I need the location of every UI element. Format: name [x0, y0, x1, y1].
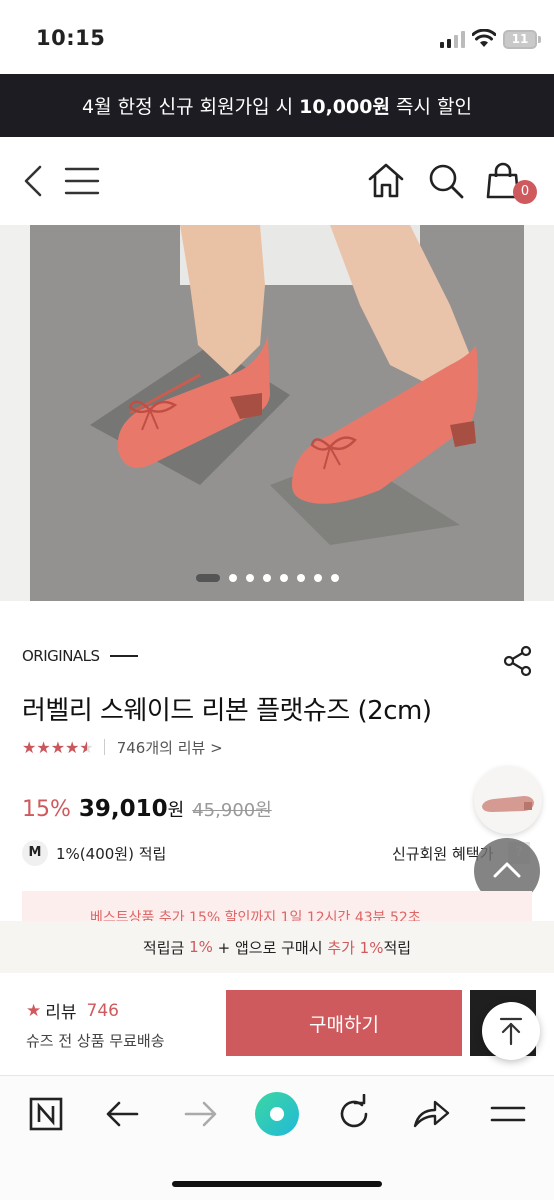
star-glyph: ★: [65, 737, 80, 757]
product-image[interactable]: [30, 225, 524, 601]
star-glyph: ★: [50, 737, 66, 757]
forward-arrow-icon: [184, 1101, 217, 1127]
shipping-info: 슈즈 전 상품 무료배송: [26, 1032, 165, 1050]
product-thumbnail[interactable]: [474, 766, 542, 834]
accum-pre: 적립금: [142, 938, 190, 957]
gallery-dot[interactable]: [263, 574, 271, 582]
review-summary[interactable]: ★ 리뷰 746: [26, 998, 119, 1024]
accum-mid: + 앱으로 구매시: [212, 938, 328, 957]
shoe-thumbnail-image: [482, 796, 534, 812]
gallery-dot[interactable]: [246, 574, 254, 582]
gallery-pagination: [196, 574, 339, 582]
refresh-icon[interactable]: [334, 1094, 374, 1134]
home-indicator[interactable]: [172, 1181, 382, 1187]
product-title: 러벨리 스웨이드 리본 플랫슈즈 (2cm): [22, 696, 432, 726]
home-icon[interactable]: [366, 161, 406, 201]
accum-post: 적립: [383, 938, 412, 957]
wifi-icon: [472, 29, 496, 47]
app-points-notice: 적립금 1% + 앱으로 구매시 추가 1% 적립: [0, 921, 554, 973]
status-bar: 10:15 11: [0, 0, 554, 74]
member-grade-badge: M: [22, 840, 48, 866]
star-partial-fill: ★: [79, 737, 87, 757]
search-icon[interactable]: [426, 161, 466, 201]
scroll-to-top-button[interactable]: [482, 1002, 540, 1060]
original-price: 45,900원: [192, 800, 272, 821]
points-text: 1%(400원) 적립: [56, 844, 167, 863]
battery-level: 11: [511, 32, 529, 46]
product-gallery[interactable]: [0, 225, 554, 601]
brand-link[interactable]: ORIGINALS: [22, 647, 138, 665]
arrow-up-icon: [499, 1017, 523, 1046]
promo-banner[interactable]: 4월 한정 신규 회원가입 시 10,000원 즉시 할인: [0, 74, 554, 137]
gallery-dot[interactable]: [297, 574, 305, 582]
gallery-dot[interactable]: [229, 574, 237, 582]
review-count-link[interactable]: 746개의 리뷰 >: [117, 737, 223, 758]
discount-rate: 15%: [22, 797, 71, 822]
accum-extra: 추가 1%: [327, 938, 384, 957]
back-arrow-icon[interactable]: [103, 1094, 143, 1134]
brand-name: ORIGINALS: [22, 647, 100, 665]
buy-button[interactable]: 구매하기: [226, 990, 462, 1056]
promo-text-pre: 4월 한정 신규 회원가입 시: [82, 96, 300, 118]
star-rating: ★★★★★ ★: [22, 738, 94, 757]
rating-summary[interactable]: ★★★★★ ★ 746개의 리뷰 >: [22, 736, 223, 758]
star-glyph: ★ ★: [79, 737, 94, 757]
site-header: [0, 137, 554, 225]
back-icon[interactable]: [14, 161, 54, 201]
more-menu-icon[interactable]: [488, 1094, 528, 1134]
accum-percent: 1%: [189, 938, 213, 956]
reward-points: M 1%(400원) 적립: [22, 840, 166, 866]
battery-icon: 11: [503, 30, 537, 49]
cart-count-badge: 0: [513, 180, 537, 204]
clock: 10:15: [36, 26, 106, 50]
green-dot-icon[interactable]: [254, 1091, 300, 1137]
best-deal-text: 베스트상품 추가 15% 할인까지 1일 12시간 43분 52초: [90, 910, 421, 921]
gallery-dot[interactable]: [331, 574, 339, 582]
promo-amount: 10,000원: [299, 96, 390, 118]
gallery-dot[interactable]: [280, 574, 288, 582]
brand-divider: [109, 655, 138, 657]
naver-icon[interactable]: [26, 1094, 66, 1134]
star-glyph: ★: [36, 737, 51, 757]
star-icon: ★: [26, 1000, 42, 1021]
gallery-dot[interactable]: [196, 574, 220, 582]
share-icon[interactable]: [502, 645, 534, 677]
signal-icon: [440, 31, 465, 48]
gallery-dot[interactable]: [314, 574, 322, 582]
star-glyph: ★: [22, 737, 37, 757]
currency-unit: 원: [167, 800, 185, 821]
promo-text-post: 즉시 할인: [389, 96, 472, 118]
battery-tip: [538, 36, 541, 43]
review-count: 746: [86, 1000, 119, 1021]
price-block: 15% 39,010 원 45,900원: [22, 796, 272, 822]
share-arrow-icon[interactable]: [411, 1094, 451, 1134]
best-deal-countdown[interactable]: 베스트상품 추가 15% 할인까지 1일 12시간 43분 52초: [22, 891, 532, 921]
sale-price: 39,010: [78, 796, 168, 822]
review-label: 리뷰: [45, 1003, 77, 1023]
rating-divider: [103, 739, 105, 755]
menu-icon[interactable]: [62, 161, 102, 201]
